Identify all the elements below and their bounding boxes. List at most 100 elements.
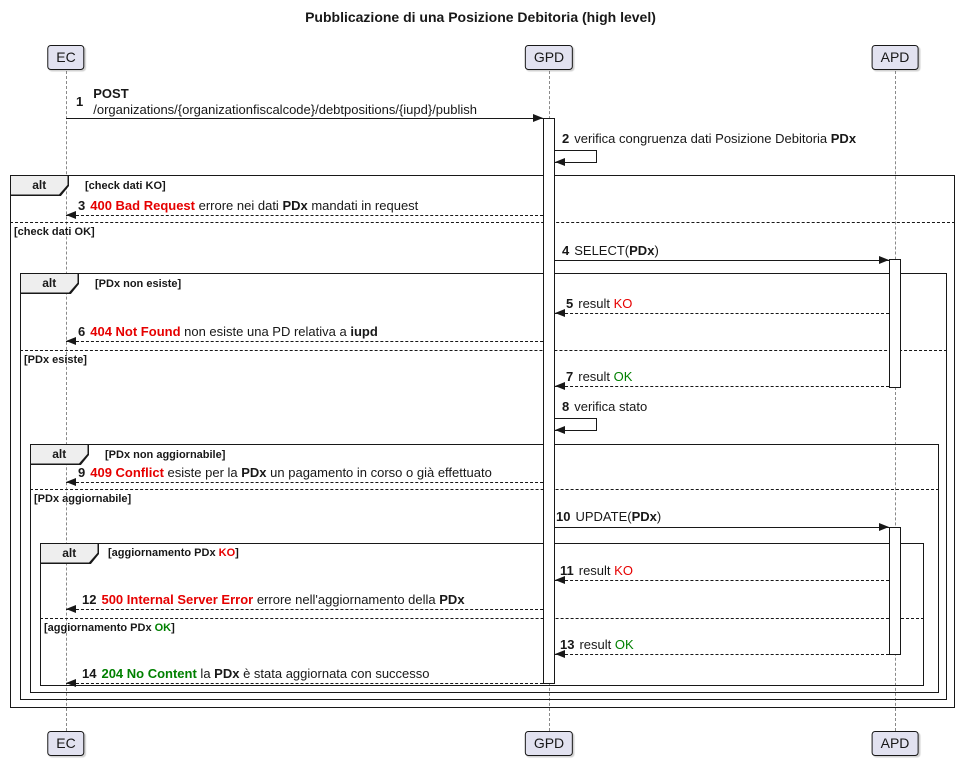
message-label: 7result OK — [566, 369, 632, 385]
arrowhead-icon — [879, 256, 889, 264]
message-label: 6404 Not Found non esiste una PD relativ… — [78, 324, 378, 340]
message-number: 4 — [562, 243, 569, 258]
text-segment: OK — [615, 637, 634, 652]
message-label: 8 verifica stato — [562, 399, 647, 415]
message-number: 3 — [78, 198, 85, 213]
message-text: verifica stato — [574, 399, 647, 414]
message-text: 204 No Content la PDx è stata aggiornata… — [101, 666, 429, 681]
message-arrow — [66, 118, 543, 119]
text-segment: mandati in request — [308, 198, 419, 213]
message-text: result KO — [578, 296, 632, 311]
activation-bar-apd-update — [889, 527, 901, 655]
message-text: result OK — [578, 369, 632, 384]
arrowhead-icon — [66, 337, 76, 345]
activation-bar-gpd — [543, 118, 555, 684]
guard-label: [check dati KO] — [85, 179, 166, 193]
message-number: 1 — [76, 94, 83, 110]
text-segment: [aggiornamento PDx — [44, 622, 155, 634]
alt-operator-label: alt — [31, 445, 88, 464]
guard-label: [aggiornamento PDx KO] — [108, 546, 239, 560]
text-segment: PDx — [831, 131, 856, 146]
guard-label: [aggiornamento PDx OK] — [44, 621, 175, 635]
message-text: result OK — [579, 637, 633, 652]
message-arrow — [66, 609, 543, 610]
text-segment: ) — [654, 243, 658, 258]
message-arrow — [555, 527, 889, 528]
message-text: 400 Bad Request errore nei dati PDx mand… — [90, 198, 418, 213]
message-arrow — [555, 313, 889, 314]
arrowhead-icon — [533, 114, 543, 122]
text-segment: [check dati KO] — [85, 180, 166, 192]
message-text: POST/organizations/{organizationfiscalco… — [93, 86, 477, 118]
text-segment: non esiste una PD relativa a — [181, 324, 351, 339]
message-number: 9 — [78, 465, 85, 480]
message-arrow — [66, 683, 543, 684]
guard-label: [PDx esiste] — [24, 353, 87, 367]
message-text: SELECT(PDx) — [574, 243, 659, 258]
text-segment: ) — [657, 509, 661, 524]
message-label: 14204 No Content la PDx è stata aggiorna… — [82, 666, 430, 682]
text-segment: [PDx non esiste] — [95, 278, 181, 290]
participant-gpd-bottom: GPD — [525, 731, 573, 756]
message-label: 11result KO — [560, 563, 633, 579]
arrowhead-icon — [555, 650, 565, 658]
message-arrow — [555, 386, 889, 387]
text-segment: OK — [155, 622, 172, 634]
message-arrow — [555, 260, 889, 261]
arrowhead-icon — [879, 523, 889, 531]
alt-else-divider — [30, 489, 939, 490]
text-segment: KO — [614, 296, 633, 311]
arrowhead-icon — [555, 309, 565, 317]
message-number: 8 — [562, 399, 569, 414]
text-segment: result — [579, 637, 614, 652]
participant-ec-bottom: EC — [47, 731, 84, 756]
text-segment: 204 No Content — [101, 666, 196, 681]
message-number: 12 — [82, 592, 96, 607]
text-segment: result — [578, 369, 613, 384]
alt-operator-tab: alt — [21, 274, 79, 294]
text-segment: errore nei dati — [195, 198, 282, 213]
message-arrow — [555, 580, 889, 581]
alt-operator-label: alt — [11, 176, 68, 195]
text-segment: [PDx esiste] — [24, 354, 87, 366]
text-segment: PDx — [632, 509, 657, 524]
text-segment: ] — [171, 622, 175, 634]
message-text: 500 Internal Server Error errore nell'ag… — [101, 592, 464, 607]
participant-gpd-top: GPD — [525, 45, 573, 70]
text-segment: POST — [93, 86, 128, 101]
text-segment: [PDx non aggiornabile] — [105, 449, 225, 461]
diagram-title: Pubblicazione di una Posizione Debitoria… — [0, 9, 961, 25]
guard-label: [PDx aggiornabile] — [34, 492, 131, 506]
message-arrow — [66, 341, 543, 342]
message-label: 12 500 Internal Server Error errore nell'… — [82, 592, 465, 608]
text-segment: PDx — [282, 198, 307, 213]
participant-apd-top: APD — [872, 45, 919, 70]
alt-operator-tab: alt — [31, 445, 89, 465]
text-segment: SELECT( — [574, 243, 629, 258]
sequence-diagram: Pubblicazione di una Posizione Debitoria… — [0, 0, 961, 765]
alt-operator-label: alt — [41, 544, 98, 563]
text-segment: un pagamento in corso o già effettuato — [267, 465, 492, 480]
arrowhead-icon — [555, 158, 565, 166]
alt-frame-aggiornamento: alt — [40, 543, 924, 686]
message-text: 409 Conflict esiste per la PDx un pagame… — [90, 465, 492, 480]
message-label: 10UPDATE(PDx) — [556, 509, 661, 525]
message-arrow — [555, 654, 889, 655]
message-label: 9 409 Conflict esiste per la PDx un pagam… — [78, 465, 492, 481]
arrowhead-icon — [66, 478, 76, 486]
message-number: 5 — [566, 296, 573, 311]
message-text: UPDATE(PDx) — [575, 509, 661, 524]
text-segment: PDx — [629, 243, 654, 258]
alt-else-divider — [10, 222, 955, 223]
text-segment: PDx — [439, 592, 464, 607]
text-segment: /organizations/{organizationfiscalcode}/… — [93, 102, 477, 117]
text-segment: result — [579, 563, 614, 578]
arrowhead-icon — [66, 679, 76, 687]
text-line: /organizations/{organizationfiscalcode}/… — [93, 102, 477, 118]
message-label: 3 400 Bad Request errore nei dati PDx man… — [78, 198, 418, 214]
text-segment: KO — [219, 547, 236, 559]
participant-ec-top: EC — [47, 45, 84, 70]
message-label: 1 POST/organizations/{organizationfiscal… — [76, 86, 477, 118]
text-segment: [check dati OK] — [14, 226, 95, 238]
text-segment: esiste per la — [164, 465, 241, 480]
